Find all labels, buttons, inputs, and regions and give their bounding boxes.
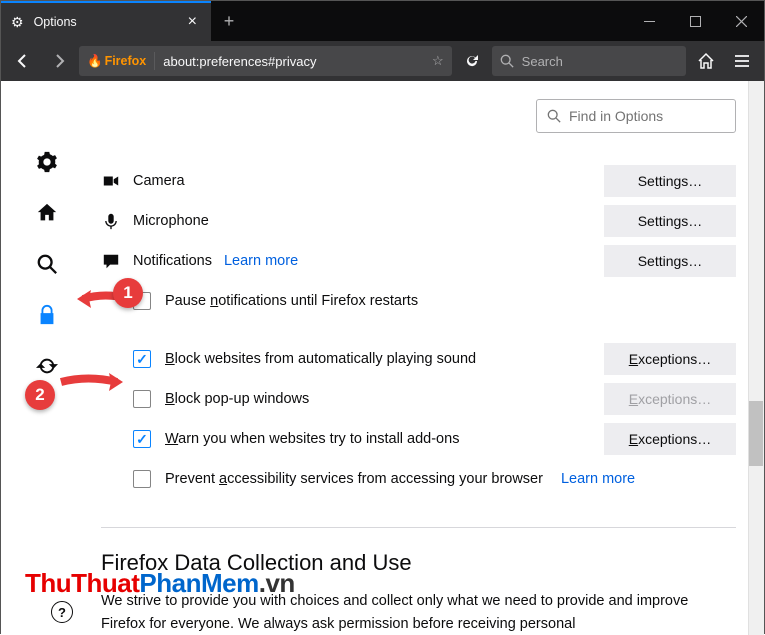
search-bar[interactable]: Search <box>492 46 686 76</box>
camera-settings-button[interactable]: Settings… <box>604 165 736 197</box>
permission-row-microphone: Microphone Settings… <box>101 201 736 241</box>
prevent-accessibility-checkbox[interactable] <box>133 470 151 488</box>
sidebar-item-privacy[interactable] <box>36 304 58 329</box>
new-tab-button[interactable]: + <box>211 1 247 41</box>
preferences-main: Find in Options Camera Settings… Microph… <box>93 81 764 635</box>
url-bar[interactable]: 🔥Firefox about:preferences#privacy ☆ <box>79 46 452 76</box>
search-placeholder: Search <box>522 54 563 69</box>
prevent-accessibility-learn-more-link[interactable]: Learn more <box>561 471 635 487</box>
annotation-arrow-2 <box>53 369 123 395</box>
home-button[interactable] <box>690 45 722 77</box>
tab-title: Options <box>34 15 174 29</box>
vertical-scrollbar[interactable] <box>748 81 764 635</box>
bookmark-star-icon[interactable]: ☆ <box>432 53 444 69</box>
block-autoplay-row: Block websites from automatically playin… <box>101 339 736 379</box>
forward-button[interactable] <box>43 45 75 77</box>
block-autoplay-exceptions-button[interactable]: Exceptions… <box>604 343 736 375</box>
sidebar-item-general[interactable] <box>36 151 58 176</box>
search-icon <box>500 54 514 68</box>
section-divider <box>101 527 736 528</box>
sidebar-item-search[interactable] <box>36 253 58 278</box>
gear-icon: ⚙ <box>11 14 24 31</box>
pause-notifications-row: Pause notifications until Firefox restar… <box>101 281 736 321</box>
scrollbar-thumb[interactable] <box>749 401 763 466</box>
firefox-icon: 🔥Firefox <box>87 54 146 69</box>
browser-tab[interactable]: ⚙ Options × <box>1 1 211 41</box>
pause-notifications-label: Pause notifications until Firefox restar… <box>165 293 418 309</box>
tab-close-button[interactable]: × <box>184 9 201 35</box>
preferences-sidebar <box>1 81 93 635</box>
microphone-settings-button[interactable]: Settings… <box>604 205 736 237</box>
sidebar-item-home[interactable] <box>36 202 58 227</box>
block-popup-exceptions-button: Exceptions… <box>604 383 736 415</box>
permission-row-camera: Camera Settings… <box>101 161 736 201</box>
window-maximize-button[interactable] <box>672 1 718 41</box>
block-popup-label: Block pop-up windows <box>165 391 309 407</box>
window-close-button[interactable] <box>718 1 764 41</box>
camera-label: Camera <box>133 173 185 189</box>
prevent-accessibility-row: Prevent accessibility services from acce… <box>101 459 736 499</box>
annotation-callout-1: 1 <box>113 278 143 308</box>
warn-addons-row: Warn you when websites try to install ad… <box>101 419 736 459</box>
notifications-label: Notifications <box>133 253 212 269</box>
camera-icon <box>101 172 121 190</box>
warn-addons-label: Warn you when websites try to install ad… <box>165 431 459 447</box>
window-minimize-button[interactable] <box>626 1 672 41</box>
find-in-options[interactable]: Find in Options <box>536 99 736 133</box>
microphone-label: Microphone <box>133 213 209 229</box>
block-popup-checkbox[interactable] <box>133 390 151 408</box>
notifications-learn-more-link[interactable]: Learn more <box>224 253 298 269</box>
menu-button[interactable] <box>726 45 758 77</box>
block-autoplay-checkbox[interactable] <box>133 350 151 368</box>
warn-addons-checkbox[interactable] <box>133 430 151 448</box>
prevent-accessibility-label: Prevent accessibility services from acce… <box>165 471 543 487</box>
url-text: about:preferences#privacy <box>163 54 424 69</box>
notifications-icon <box>101 252 121 270</box>
nav-toolbar: 🔥Firefox about:preferences#privacy ☆ Sea… <box>1 41 764 81</box>
notifications-settings-button[interactable]: Settings… <box>604 245 736 277</box>
permission-row-notifications: Notifications Learn more Settings… <box>101 241 736 281</box>
search-icon <box>547 109 561 123</box>
microphone-icon <box>101 212 121 230</box>
reload-button[interactable] <box>456 45 488 77</box>
back-button[interactable] <box>7 45 39 77</box>
content-area: Find in Options Camera Settings… Microph… <box>1 81 764 635</box>
find-placeholder: Find in Options <box>569 108 663 124</box>
titlebar: ⚙ Options × + <box>1 1 764 41</box>
help-button[interactable]: ? <box>51 601 73 623</box>
block-popup-row: Block pop-up windows Exceptions… <box>101 379 736 419</box>
warn-addons-exceptions-button[interactable]: Exceptions… <box>604 423 736 455</box>
block-autoplay-label: Block websites from automatically playin… <box>165 351 476 367</box>
watermark: ThuThuatPhanMem.vn <box>25 568 295 599</box>
annotation-callout-2: 2 <box>25 380 55 410</box>
